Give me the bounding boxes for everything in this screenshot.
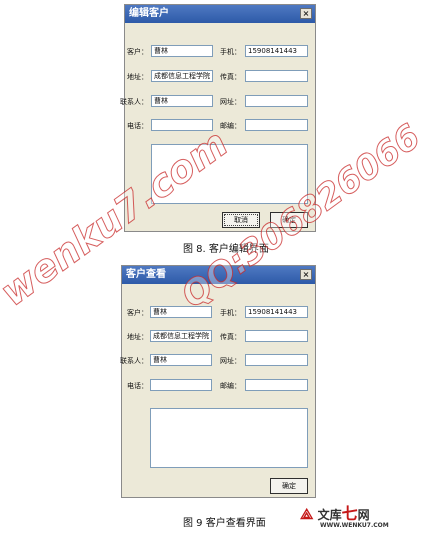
- phone-label: 手机：: [220, 309, 241, 317]
- email-label: 邮编：: [220, 382, 241, 390]
- email-field[interactable]: [245, 119, 308, 131]
- logo-seven: 七: [341, 504, 358, 523]
- fax-label: 传真：: [220, 73, 241, 81]
- close-icon[interactable]: ×: [300, 269, 312, 280]
- website-field: [245, 354, 308, 366]
- phone-field: 15908141443: [245, 306, 308, 318]
- email-field: [245, 379, 308, 391]
- address-field[interactable]: 成都信息工程学院: [151, 70, 213, 82]
- fax-label: 传真：: [220, 333, 241, 341]
- customer-field[interactable]: 曹林: [151, 45, 213, 57]
- telephone-field: [150, 379, 212, 391]
- ok-button[interactable]: 确定: [270, 478, 308, 494]
- fax-field[interactable]: [245, 70, 308, 82]
- edit-window-titlebar[interactable]: 编辑客户 ×: [125, 5, 315, 23]
- logo-url: WWW.WENKU7.COM: [320, 522, 389, 529]
- edit-window-title: 编辑客户: [129, 8, 169, 19]
- address-label: 地址：: [127, 333, 148, 341]
- telephone-label: 电话：: [127, 382, 148, 390]
- customer-label: 客户：: [127, 48, 148, 56]
- website-label: 网址：: [220, 357, 241, 365]
- contact-label: 联系人：: [120, 98, 148, 106]
- fax-field: [245, 330, 308, 342]
- wenku7-logo: ⟁ 文库七网 WWW.WENKU7.COM: [300, 500, 389, 529]
- phone-label: 手机：: [220, 48, 241, 56]
- email-label: 邮编：: [220, 122, 241, 130]
- logo-net: 网: [357, 508, 370, 522]
- logo-z-icon: ⟁: [300, 505, 314, 523]
- customer-label: 客户：: [127, 309, 148, 317]
- website-field[interactable]: [245, 95, 308, 107]
- phone-field[interactable]: 15908141443: [245, 45, 308, 57]
- figure-caption-9: 图 9 客户查看界面: [183, 518, 266, 529]
- contact-field: 曹林: [150, 354, 212, 366]
- address-field: 成都信息工程学院: [150, 330, 212, 342]
- contact-field[interactable]: 曹林: [151, 95, 213, 107]
- telephone-label: 电话：: [127, 122, 148, 130]
- logo-text: 文库: [317, 508, 342, 522]
- contact-label: 联系人：: [120, 357, 148, 365]
- view-window-title: 客户查看: [126, 269, 166, 280]
- close-icon[interactable]: ×: [300, 8, 312, 19]
- notes-textarea: [150, 408, 308, 468]
- address-label: 地址：: [127, 73, 148, 81]
- website-label: 网址：: [220, 98, 241, 106]
